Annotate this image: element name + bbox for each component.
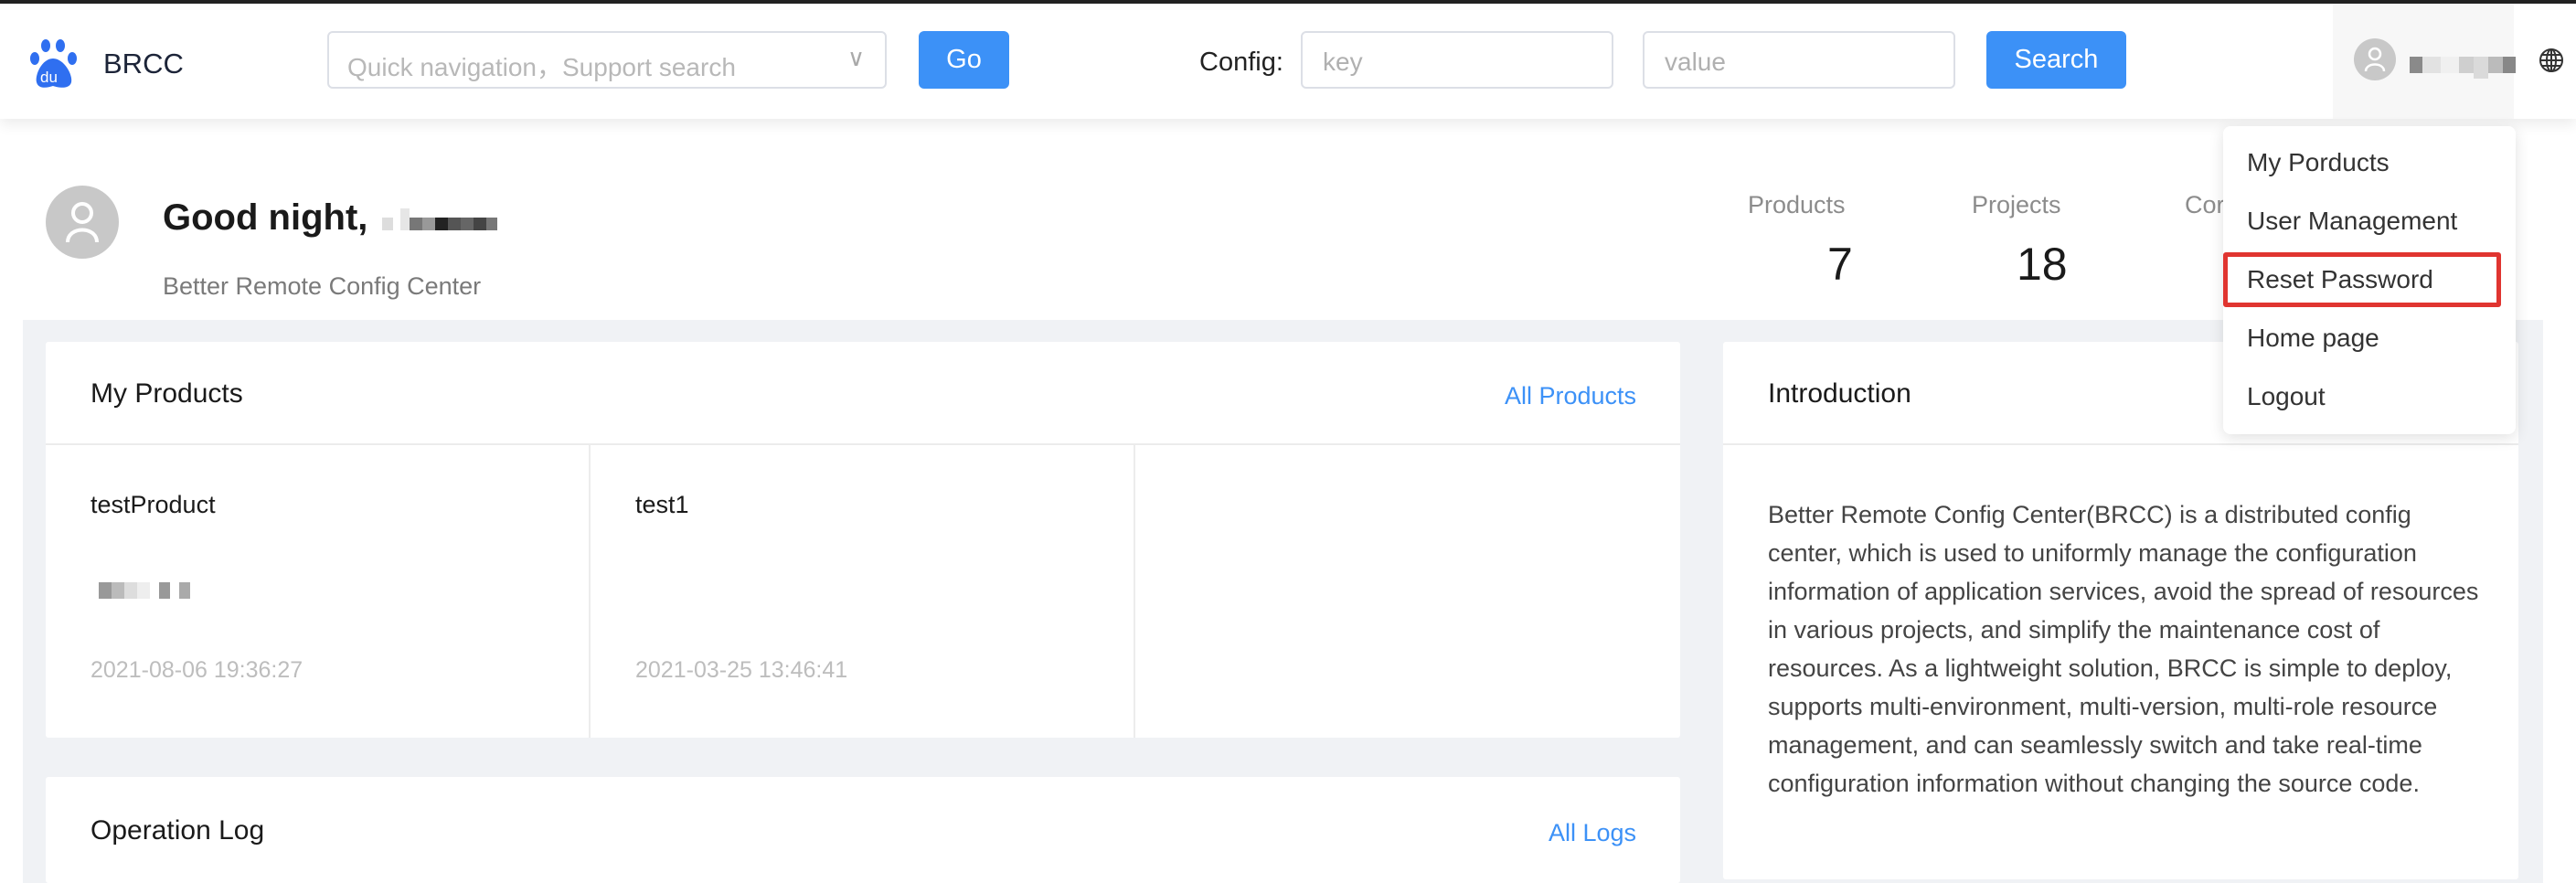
user-icon bbox=[66, 202, 99, 243]
introduction-title: Introduction bbox=[1768, 378, 1911, 409]
all-products-link[interactable]: All Products bbox=[1505, 382, 1636, 410]
blurred-username bbox=[2410, 57, 2516, 79]
blurred-greeting-name bbox=[382, 208, 497, 230]
menu-item-my-products[interactable]: My Porducts bbox=[2247, 148, 2390, 177]
my-products-card: My Products All Products testProduct 202… bbox=[46, 342, 1680, 738]
menu-item-home-page[interactable]: Home page bbox=[2247, 324, 2379, 353]
quick-nav-placeholder: Quick navigation，Support search bbox=[347, 53, 736, 81]
stat-projects-value: 18 bbox=[2017, 239, 2068, 290]
menu-item-logout[interactable]: Logout bbox=[2247, 382, 2326, 411]
greeting-text: Good night, bbox=[163, 197, 368, 238]
stat-projects-label: Projects bbox=[1972, 191, 2061, 218]
blurred-product-owner bbox=[99, 582, 190, 599]
language-globe-icon[interactable] bbox=[2539, 48, 2564, 73]
stat-products-label: Products bbox=[1748, 191, 1846, 218]
user-avatar-icon bbox=[2354, 38, 2396, 80]
config-key-input[interactable]: key bbox=[1301, 31, 1613, 89]
stat-products-value: 7 bbox=[1827, 239, 1853, 290]
user-dropdown-menu: My Porducts User Management Reset Passwo… bbox=[2223, 126, 2516, 434]
product-name: test1 bbox=[635, 491, 689, 518]
operation-log-title: Operation Log bbox=[90, 815, 265, 846]
user-menu-trigger[interactable] bbox=[2333, 4, 2516, 119]
all-logs-link[interactable]: All Logs bbox=[1549, 819, 1636, 847]
product-name: testProduct bbox=[90, 491, 216, 518]
product-date: 2021-08-06 19:36:27 bbox=[90, 657, 303, 683]
search-button[interactable]: Search bbox=[1986, 31, 2126, 89]
chevron-down-icon: ∨ bbox=[846, 44, 865, 71]
app-brand: BRCC bbox=[103, 48, 184, 80]
profile-avatar bbox=[46, 186, 119, 259]
my-products-title: My Products bbox=[90, 378, 243, 409]
config-value-input[interactable]: value bbox=[1643, 31, 1955, 89]
product-card-empty bbox=[1135, 445, 1680, 738]
product-card-testproduct[interactable]: testProduct 2021-08-06 19:36:27 bbox=[46, 445, 591, 738]
top-header: du BRCC Quick navigation，Support search … bbox=[0, 4, 2576, 119]
quick-navigation-select[interactable]: Quick navigation，Support search ∨ bbox=[327, 31, 887, 89]
introduction-text: Better Remote Config Center(BRCC) is a d… bbox=[1768, 501, 2479, 797]
baidu-paw-logo-icon[interactable]: du bbox=[29, 38, 79, 90]
greeting: Good night, bbox=[163, 197, 367, 239]
product-date: 2021-03-25 13:46:41 bbox=[635, 657, 848, 683]
product-card-test1[interactable]: test1 2021-03-25 13:46:41 bbox=[591, 445, 1135, 738]
config-label: Config: bbox=[1199, 48, 1283, 77]
highlight-box bbox=[2223, 252, 2501, 307]
svg-text:du: du bbox=[40, 69, 58, 86]
divider bbox=[1723, 443, 2518, 445]
profile-subtitle: Better Remote Config Center bbox=[163, 272, 482, 300]
operation-log-card: Operation Log All Logs bbox=[46, 777, 1680, 883]
go-button[interactable]: Go bbox=[919, 31, 1009, 89]
menu-item-user-management[interactable]: User Management bbox=[2247, 207, 2457, 236]
stat-third-label: Cor bbox=[2185, 191, 2225, 218]
